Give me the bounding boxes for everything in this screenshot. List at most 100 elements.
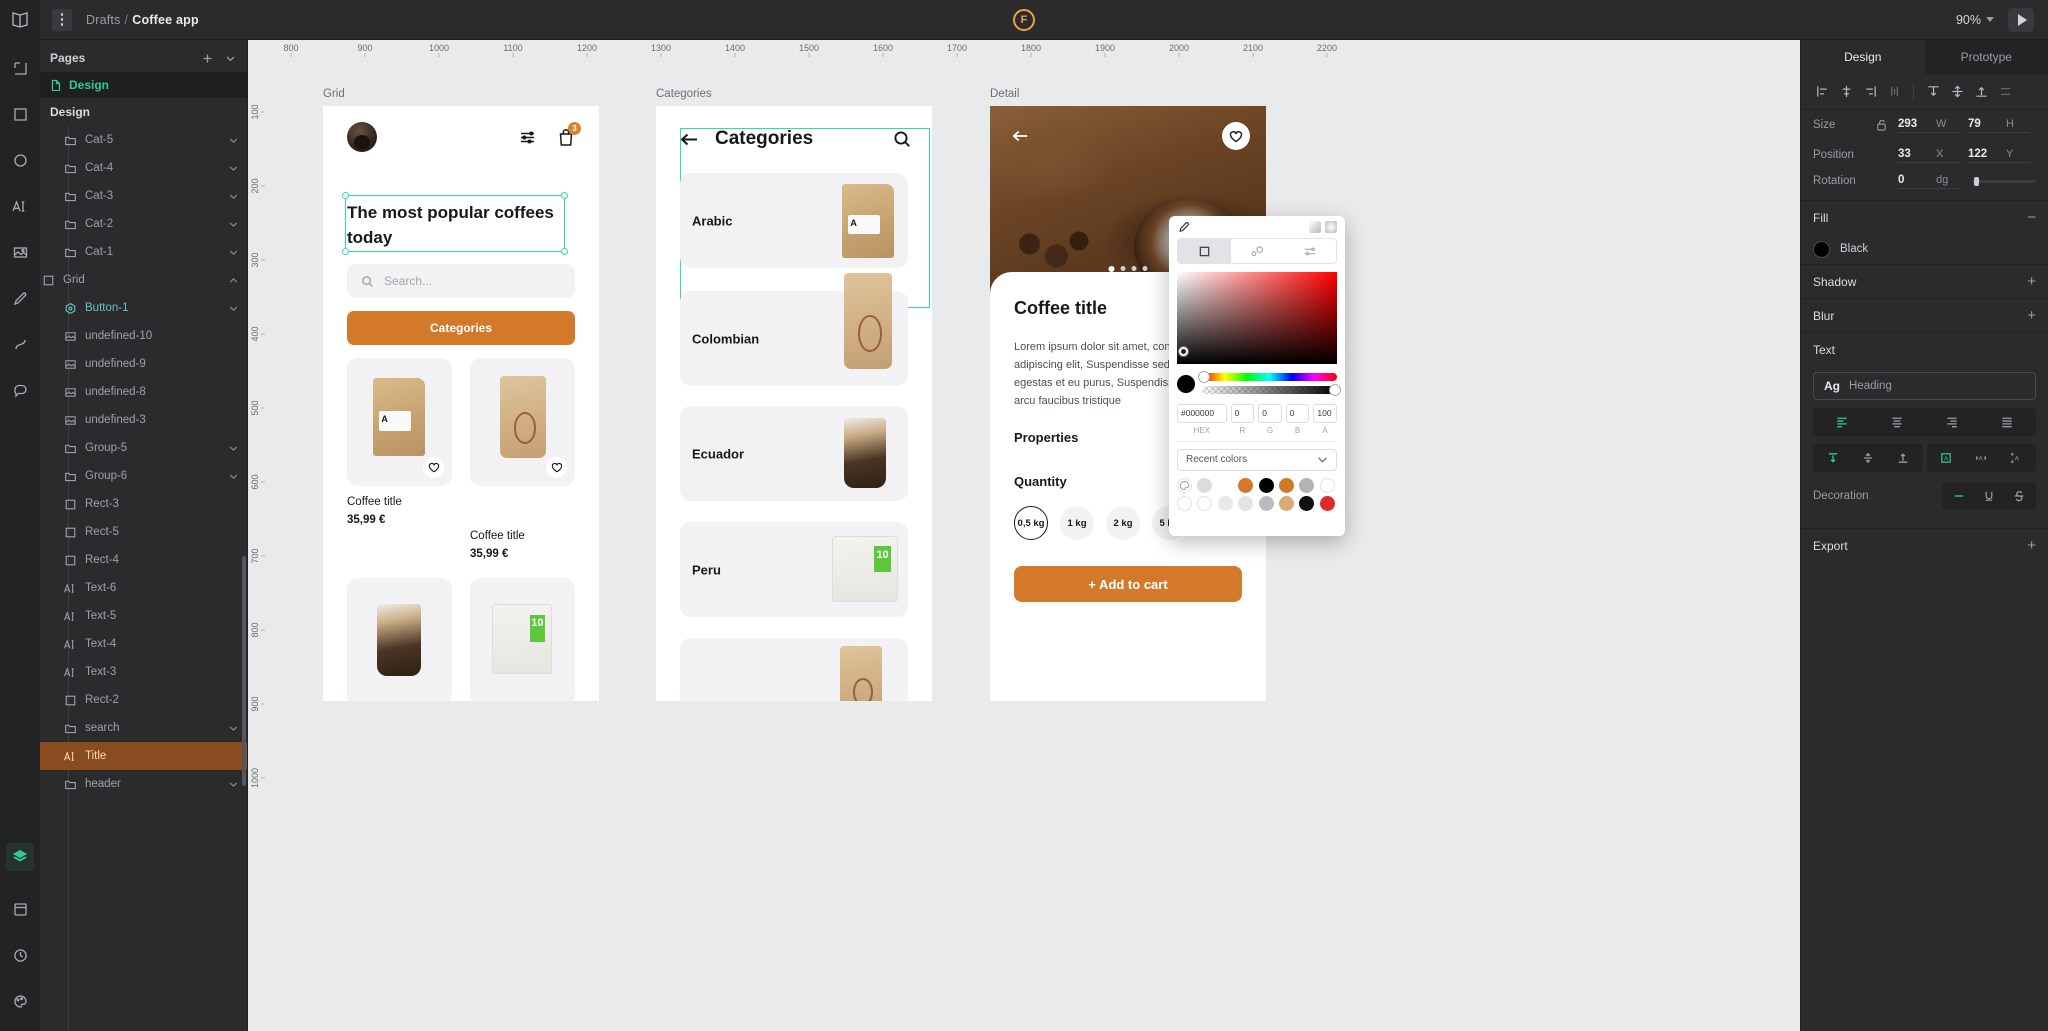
chevron-down-icon[interactable] <box>228 443 239 454</box>
alpha-knob[interactable] <box>1330 385 1340 395</box>
kebab-menu-icon[interactable] <box>52 8 72 31</box>
layers-scrollbar[interactable] <box>242 556 246 786</box>
b-input[interactable] <box>1285 403 1310 423</box>
text-tool[interactable] <box>6 192 34 220</box>
quantity-option-1[interactable]: 1 kg <box>1060 506 1094 540</box>
align-top-icon[interactable] <box>1922 81 1944 103</box>
grid-search-field[interactable]: Search... <box>347 264 575 298</box>
color-swatch[interactable] <box>1299 495 1315 511</box>
gradient-tab[interactable] <box>1230 239 1284 263</box>
export-add-button[interactable]: + <box>2027 537 2036 554</box>
grid-categories-button[interactable]: Categories <box>347 311 575 345</box>
sv-cursor[interactable] <box>1179 347 1188 356</box>
layer-row-cat-5[interactable]: Cat-5 <box>40 126 247 154</box>
layer-row-undefined-8[interactable]: undefined-8 <box>40 378 247 406</box>
page-item-design[interactable]: Design <box>40 72 247 98</box>
strike-none-icon[interactable] <box>1945 485 1973 507</box>
layer-row-cat-2[interactable]: Cat-2 <box>40 210 247 238</box>
tab-prototype[interactable]: Prototype <box>1925 40 2048 74</box>
layer-row-rect-2[interactable]: Rect-2 <box>40 686 247 714</box>
chevron-down-icon[interactable] <box>228 135 239 146</box>
category-item-5[interactable] <box>680 638 908 701</box>
color-swatch[interactable] <box>1278 495 1294 511</box>
category-item-peru[interactable]: Peru 10 <box>680 522 908 617</box>
palette-icon[interactable] <box>1177 477 1192 493</box>
hue-knob[interactable] <box>1199 372 1209 382</box>
underline-icon[interactable] <box>1975 485 2003 507</box>
fill-color-row[interactable]: Black <box>1801 234 2048 264</box>
alpha-slider[interactable] <box>1202 385 1340 395</box>
settings-tab[interactable] <box>1283 239 1336 263</box>
text-align-right-icon[interactable] <box>1938 411 1966 433</box>
color-swatch[interactable] <box>1238 495 1254 511</box>
comment-tool[interactable] <box>6 376 34 404</box>
distribute-h-icon[interactable] <box>1883 81 1905 103</box>
zoom-control[interactable]: 90% <box>1956 13 1994 27</box>
color-swatch[interactable] <box>1197 477 1213 493</box>
present-button[interactable] <box>2008 7 2034 32</box>
favorite-button-1[interactable] <box>423 457 444 478</box>
recent-colors-dropdown[interactable]: Recent colors <box>1177 448 1337 471</box>
layer-row-text-3[interactable]: Text-3 <box>40 658 247 686</box>
layers-list[interactable]: Cat-5 Cat-4 Cat-3 Cat-2 Cat-1 Grid Button-1 und… <box>40 126 247 1031</box>
hue-slider[interactable] <box>1199 372 1337 382</box>
frame-label-categories[interactable]: Categories <box>656 88 712 100</box>
quantity-option-0[interactable]: 0,5 kg <box>1014 506 1048 540</box>
layer-row-search[interactable]: search <box>40 714 247 742</box>
gradient-square-icon[interactable] <box>1309 221 1321 233</box>
chevron-down-icon[interactable] <box>228 723 239 734</box>
curve-tool[interactable] <box>6 330 34 358</box>
rotation-slider-knob[interactable] <box>1974 176 1979 186</box>
color-swatch[interactable] <box>1238 477 1254 493</box>
layer-row-text-6[interactable]: Text-6 <box>40 574 247 602</box>
layer-row-button-1[interactable]: Button-1 <box>40 294 247 322</box>
carousel-dot[interactable] <box>1120 266 1126 271</box>
product-card-4[interactable]: 10 <box>470 578 575 701</box>
auto-height-icon[interactable]: A <box>2002 447 2030 469</box>
category-item-ecuador[interactable]: Ecuador <box>680 406 908 501</box>
carousel-dot[interactable] <box>1131 266 1137 271</box>
align-right-icon[interactable] <box>1859 81 1881 103</box>
r-input[interactable] <box>1230 403 1255 423</box>
align-bottom-icon[interactable] <box>1970 81 1992 103</box>
ellipse-tool[interactable] <box>6 146 34 174</box>
frame-tool[interactable] <box>6 54 34 82</box>
image-tool[interactable] <box>6 238 34 266</box>
frame-label-detail[interactable]: Detail <box>990 88 1019 100</box>
chevron-down-icon[interactable] <box>228 163 239 174</box>
fill-toggle-button[interactable]: − <box>2027 209 2036 226</box>
layer-row-cat-1[interactable]: Cat-1 <box>40 238 247 266</box>
color-swatch[interactable] <box>1299 477 1315 493</box>
align-middle-v-icon[interactable] <box>1946 81 1968 103</box>
layer-row-undefined-10[interactable]: undefined-10 <box>40 322 247 350</box>
carousel-dot[interactable] <box>1142 266 1148 271</box>
auto-width-icon[interactable]: A <box>1967 447 1995 469</box>
layer-row-group-5[interactable]: Group-5 <box>40 434 247 462</box>
chevron-down-icon[interactable] <box>228 471 239 482</box>
fill-color-swatch[interactable] <box>1813 240 1830 258</box>
pen-tool[interactable] <box>6 284 34 312</box>
text-align-left-icon[interactable] <box>1828 411 1856 433</box>
strikethrough-icon[interactable] <box>2005 485 2033 507</box>
user-avatar[interactable] <box>347 122 377 152</box>
hex-input[interactable] <box>1177 403 1227 423</box>
text-style-selector[interactable]: Ag Heading <box>1813 372 2036 400</box>
layer-row-rect-4[interactable]: Rect-4 <box>40 546 247 574</box>
color-swatch[interactable] <box>1258 495 1274 511</box>
rectangle-tool[interactable] <box>6 100 34 128</box>
layer-row-cat-4[interactable]: Cat-4 <box>40 154 247 182</box>
a-input[interactable] <box>1313 403 1338 423</box>
search-icon[interactable] <box>893 130 912 149</box>
sliders-icon[interactable] <box>518 128 537 147</box>
cart-button[interactable]: 3 <box>557 121 581 147</box>
product-card-3[interactable] <box>347 578 452 701</box>
layer-row-group-6[interactable]: Group-6 <box>40 462 247 490</box>
assets-tool[interactable] <box>6 895 34 923</box>
chevron-down-icon[interactable] <box>224 52 237 65</box>
layer-row-title[interactable]: Title <box>40 742 247 770</box>
text-top-icon[interactable] <box>1819 447 1847 469</box>
rotation-slider[interactable] <box>1972 176 2036 186</box>
color-swatch[interactable] <box>1217 477 1233 493</box>
layer-row-rect-3[interactable]: Rect-3 <box>40 490 247 518</box>
frame-label-grid[interactable]: Grid <box>323 88 345 100</box>
